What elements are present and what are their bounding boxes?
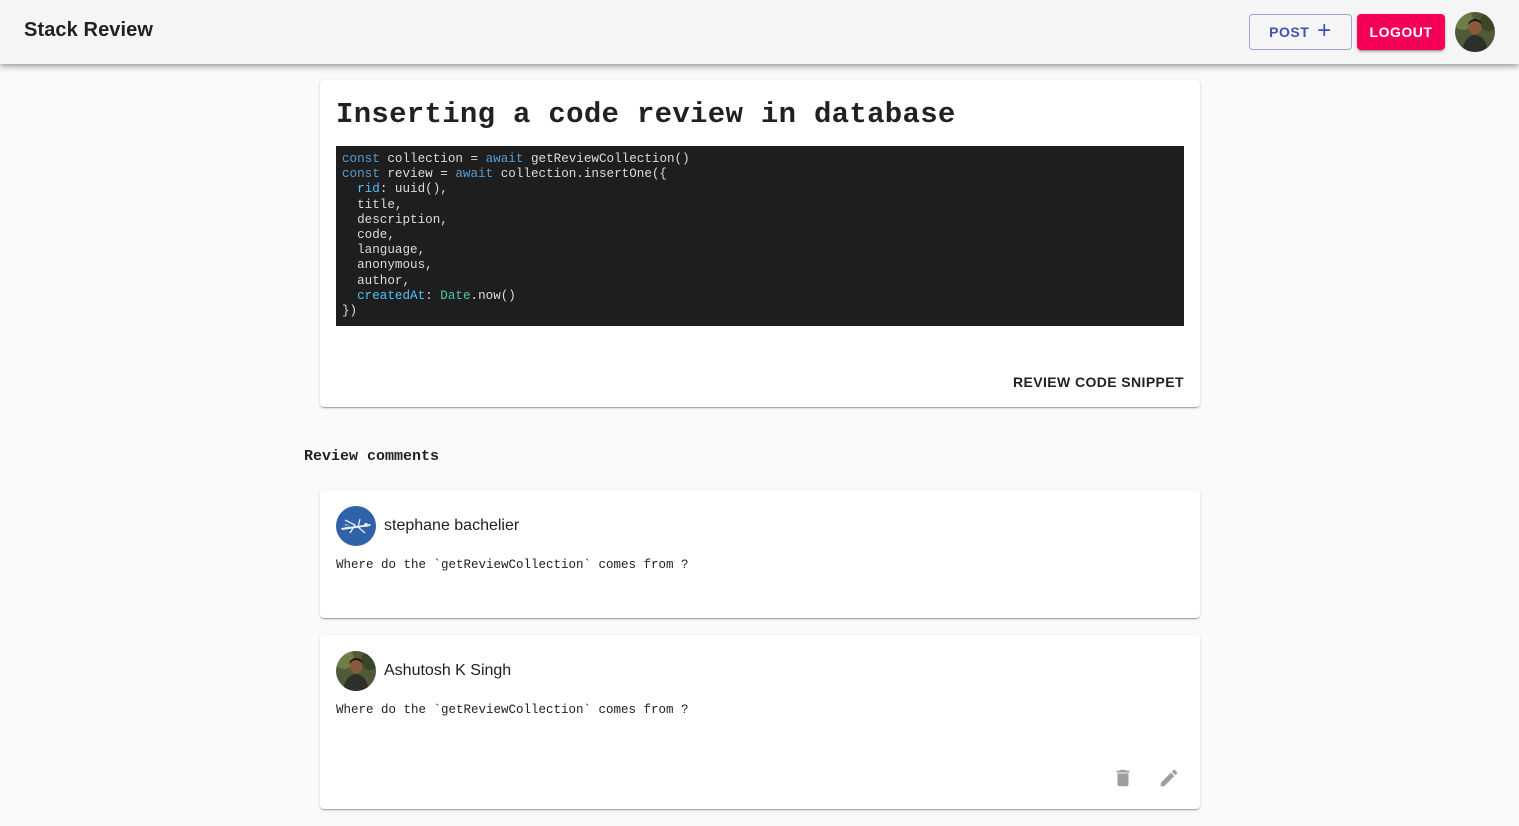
code-line: const review = await collection.insertOn…	[342, 167, 667, 182]
comment-text: Where do the `getReviewCollection` comes…	[336, 558, 689, 572]
comment-author[interactable]: Ashutosh K Singh	[384, 662, 511, 680]
comment-text: Where do the `getReviewCollection` comes…	[336, 703, 689, 717]
code-token: const	[342, 152, 380, 166]
code-line: const collection = await getReviewCollec…	[342, 152, 690, 166]
comment-avatar: Ti	[336, 506, 376, 546]
comment-author[interactable]: stephane bachelier	[384, 517, 519, 535]
post-button-label: POST	[1269, 24, 1310, 40]
svg-text:Ti: Ti	[344, 525, 350, 531]
code-snippet: const collection = await getReviewCollec…	[336, 146, 1184, 326]
delete-comment-button[interactable]	[1111, 767, 1135, 791]
code-snippet-text: const collection = await getReviewCollec…	[342, 152, 690, 319]
edit-icon	[1160, 769, 1178, 787]
logout-button[interactable]: LOGOUT	[1357, 14, 1445, 50]
edit-comment-button[interactable]	[1157, 767, 1181, 791]
code-review-card: Inserting a code review in database cons…	[320, 80, 1200, 407]
post-title: Inserting a code review in database	[336, 98, 956, 131]
app-title[interactable]: Stack Review	[24, 19, 153, 42]
code-token: Date	[440, 288, 471, 303]
comment-card: Ti stephane bachelier Where do the `getR…	[320, 490, 1200, 618]
code-token: rid	[357, 182, 380, 197]
comment-card: Ashutosh K Singh Where do the `getReview…	[320, 635, 1200, 809]
app-bar: Stack Review POST + LOGOUT	[0, 0, 1519, 64]
review-code-snippet-button[interactable]: REVIEW CODE SNIPPET	[1013, 372, 1184, 392]
delete-icon	[1116, 769, 1130, 787]
code-token: await	[455, 167, 494, 182]
code-token: await	[485, 152, 524, 166]
user-avatar[interactable]	[1455, 12, 1495, 52]
plus-icon: +	[1317, 17, 1332, 44]
post-button[interactable]: POST +	[1249, 14, 1352, 50]
code-token: createdAt	[357, 288, 426, 303]
review-comments-heading: Review comments	[304, 448, 440, 465]
comment-avatar	[336, 651, 376, 691]
code-token: const	[342, 167, 380, 182]
